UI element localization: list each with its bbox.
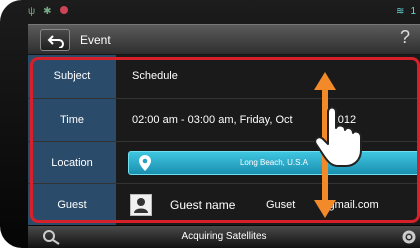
status-left-icons: ψ ✱ <box>28 6 68 17</box>
location-row: Location Long Beach, U.S.A <box>28 141 420 183</box>
footer-bar: Acquiring Satellites <box>28 226 420 248</box>
settings-icon[interactable] <box>400 228 418 246</box>
guest-row: Guest Guest name Guset @gmail.com <box>28 183 420 225</box>
time-value: 02:00 am - 03:00 am, Friday, Oct 2012 <box>132 99 356 141</box>
usb-icon: ψ <box>28 6 36 17</box>
subject-value: Schedule <box>132 70 178 82</box>
guest-email-end: @gmail.com <box>317 199 379 211</box>
page-title: Event <box>80 33 111 47</box>
help-icon: ? <box>400 27 411 47</box>
title-bar: Event ? <box>28 24 420 54</box>
location-label: Location <box>51 157 93 169</box>
subject-label: Subject <box>53 70 91 82</box>
clock-fragment: 1 <box>410 6 416 17</box>
status-right-icons: ≋ 1 <box>396 6 416 17</box>
status-bar: ψ ✱ ≋ 1 <box>22 4 420 22</box>
wifi-icon: ≋ <box>396 6 405 17</box>
guest-name[interactable]: Guest name <box>170 184 235 226</box>
back-button[interactable] <box>40 29 70 51</box>
time-value-text: 02:00 am - 03:00 am, Friday, Oct <box>132 114 293 126</box>
guest-avatar[interactable] <box>130 194 152 216</box>
notification-dot-icon <box>59 6 68 14</box>
time-value-year: 2012 <box>331 114 357 126</box>
gear-small-icon: ✱ <box>43 6 52 17</box>
event-detail-panel: Subject Schedule Time 02:00 am - 03:00 a… <box>28 55 420 225</box>
back-icon <box>47 35 64 48</box>
location-button[interactable]: Long Beach, U.S.A <box>128 151 420 175</box>
subject-row: Subject Schedule <box>28 55 420 97</box>
guest-email[interactable]: Guset @gmail.com <box>266 184 379 226</box>
location-value: Long Beach, U.S.A <box>239 158 309 167</box>
time-row: Time 02:00 am - 03:00 am, Friday, Oct 20… <box>28 98 420 140</box>
contact-icon <box>134 198 148 213</box>
time-label: Time <box>59 114 85 126</box>
device-frame: ψ ✱ ≋ 1 Event ? Subject Schedule Time 02… <box>0 0 420 248</box>
guest-email-start: Guset <box>266 199 296 211</box>
guest-label: Guest <box>57 199 87 211</box>
help-button[interactable]: ? <box>400 27 420 53</box>
gps-status: Acquiring Satellites <box>181 231 267 242</box>
